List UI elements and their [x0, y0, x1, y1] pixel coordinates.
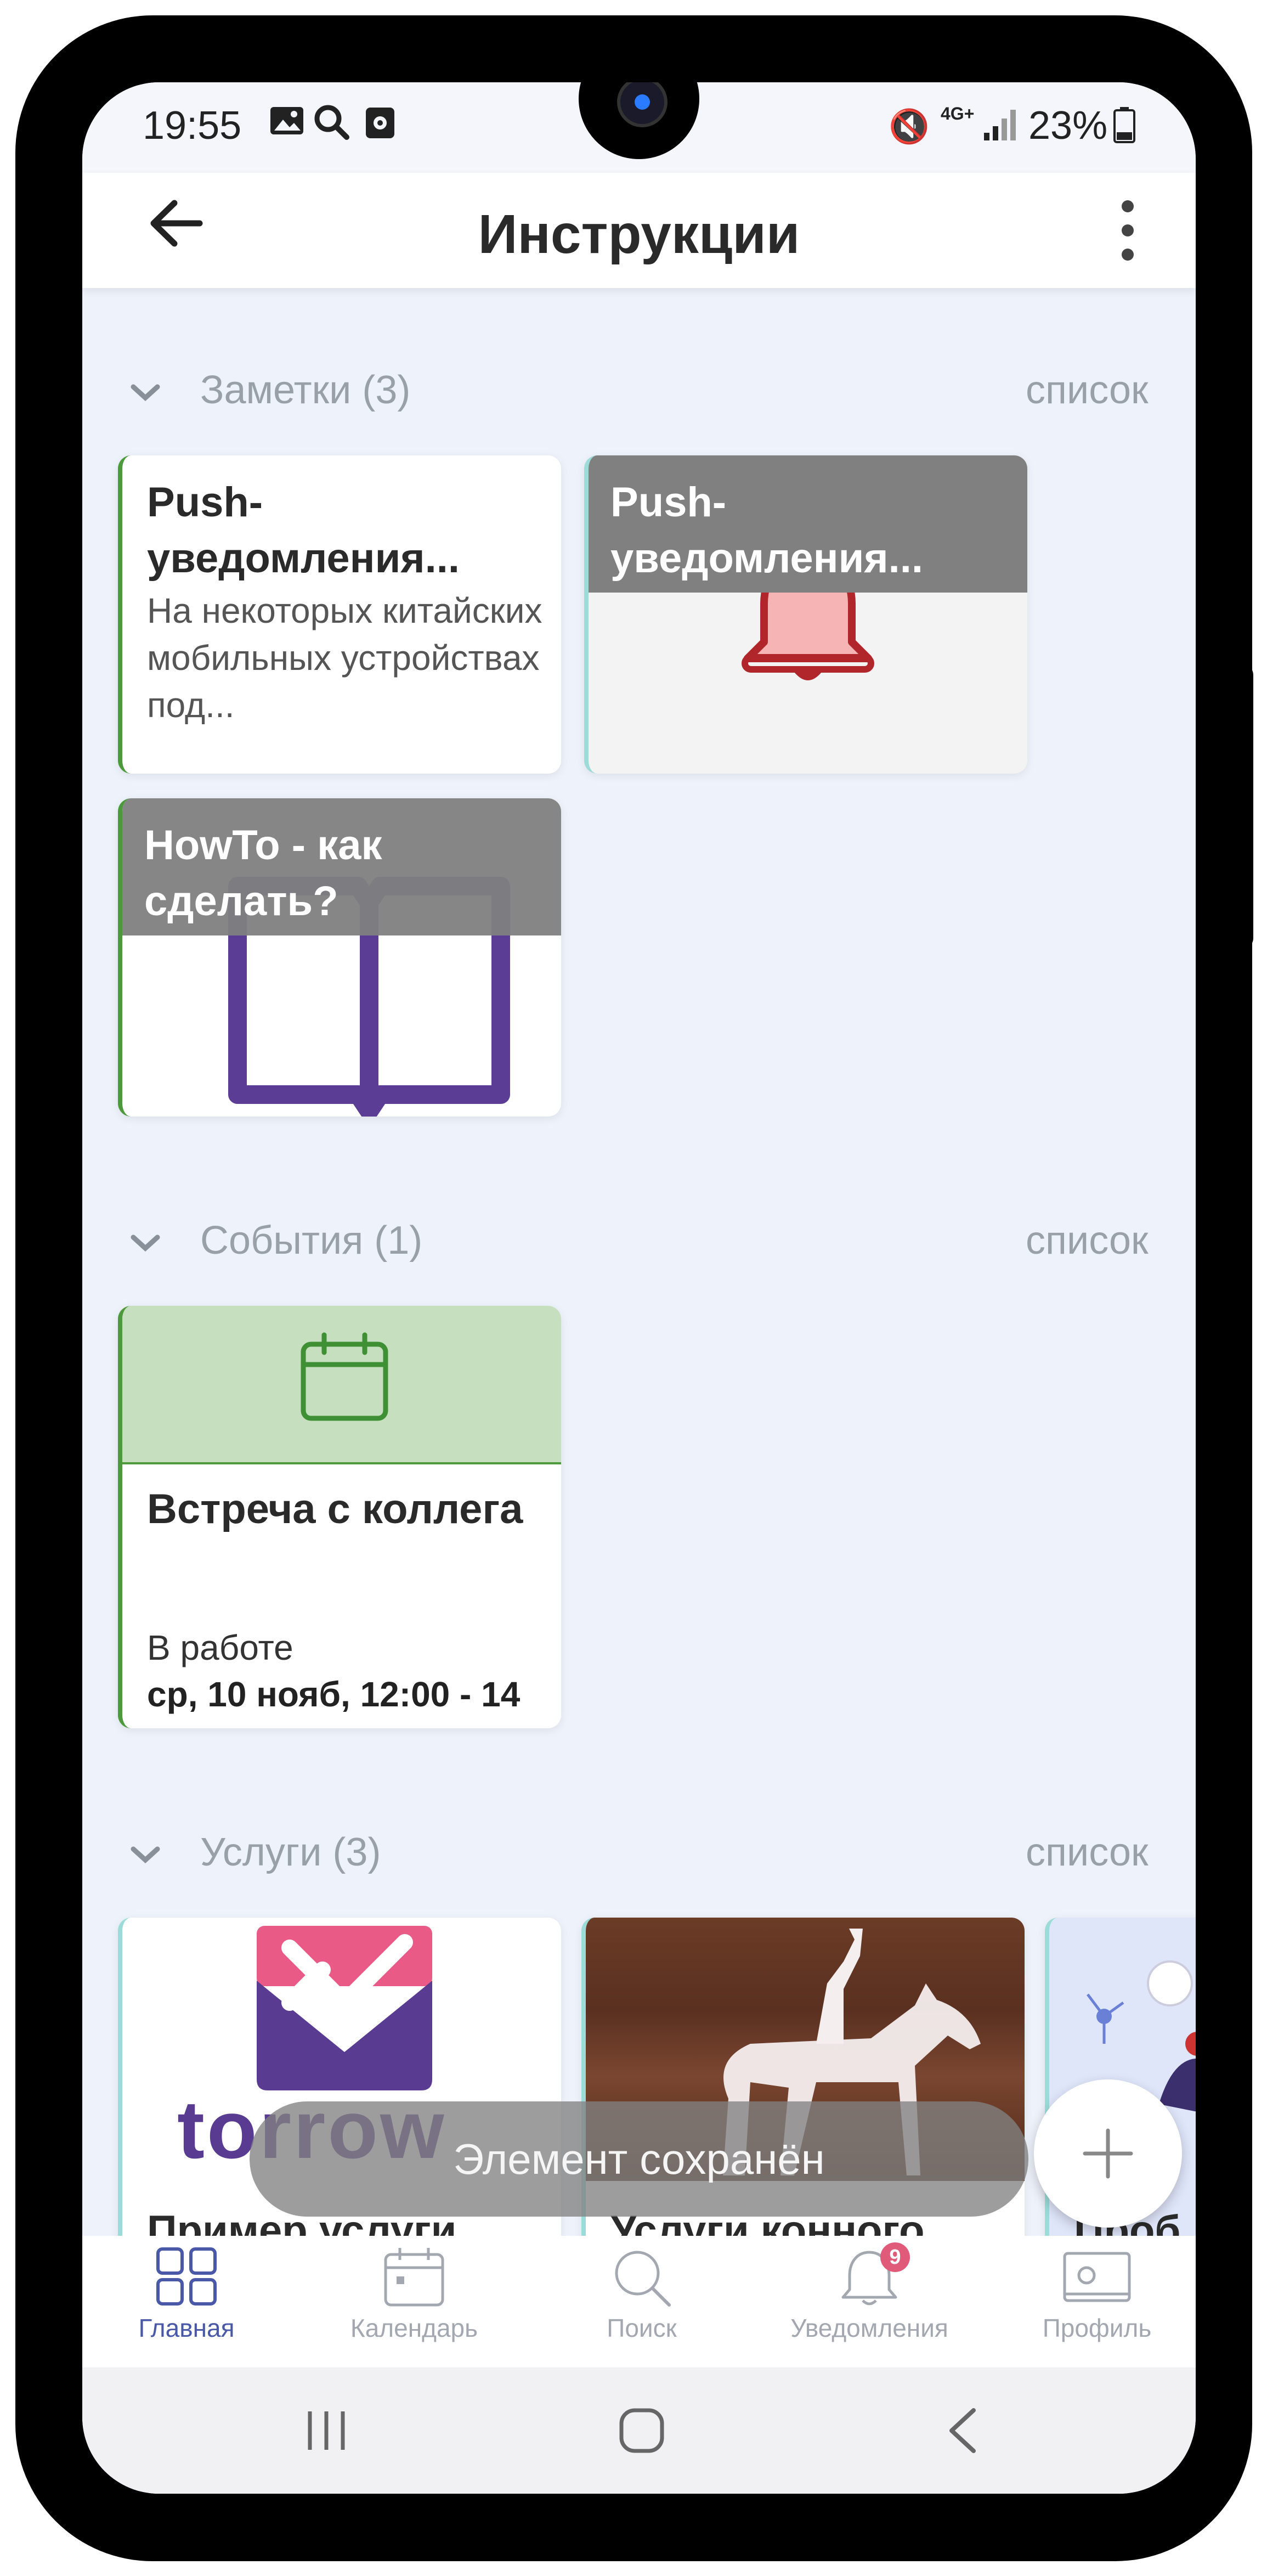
- phone-volume-button: [15, 571, 37, 768]
- nav-item-notifications[interactable]: 9 Уведомления: [787, 2242, 952, 2343]
- search-status-icon: [313, 103, 351, 144]
- nav-label-calendar: Календарь: [350, 2314, 478, 2342]
- note-card-title: HowTo - как сделать?: [144, 822, 382, 925]
- section-title-notes[interactable]: Заметки (3): [200, 368, 410, 413]
- status-time: 19:55: [143, 104, 242, 148]
- screen: 19:55 🔇 4G+ 23% Инструкции Заметки (3) с…: [82, 82, 1196, 2494]
- add-button[interactable]: [1034, 2079, 1182, 2228]
- note-card-header: HowTo - как сделать?: [122, 798, 561, 935]
- camera-lens: [617, 82, 668, 127]
- clock-status-icon: [365, 105, 395, 142]
- event-card[interactable]: Встреча с коллега В работе ср, 10 нояб, …: [118, 1306, 561, 1728]
- section-title-events[interactable]: События (1): [200, 1218, 422, 1263]
- battery-percent: 23%: [1028, 104, 1108, 148]
- system-nav-bar: [82, 2368, 1196, 2494]
- system-back-icon[interactable]: [943, 2406, 982, 2458]
- chevron-down-icon[interactable]: [129, 373, 162, 411]
- app-bar: Инструкции: [82, 173, 1196, 288]
- nav-label-home: Главная: [138, 2314, 235, 2342]
- note-card-title: Push-уведомления...: [610, 479, 923, 582]
- signal-icon: [982, 104, 1020, 145]
- grid-icon: [156, 2247, 217, 2306]
- torrow-logo: [257, 1926, 432, 2093]
- notification-badge: 9: [880, 2242, 910, 2272]
- note-card[interactable]: Push-уведомления...: [584, 455, 1027, 774]
- nav-label-search: Поиск: [607, 2314, 677, 2342]
- bottom-nav: Главная Календарь Поиск 9 Уведомления Пр…: [82, 2236, 1196, 2368]
- phone-volume-button-2: [15, 801, 37, 1010]
- gallery-icon: [269, 104, 305, 145]
- chevron-down-icon[interactable]: [129, 1224, 162, 1261]
- events-list-link[interactable]: список: [1026, 1218, 1149, 1263]
- services-list-link[interactable]: список: [1026, 1830, 1149, 1875]
- nav-item-calendar[interactable]: Календарь: [332, 2247, 496, 2343]
- search-icon: [615, 2251, 671, 2307]
- nav-label-profile: Профиль: [1042, 2314, 1152, 2342]
- profile-card-icon: [1063, 2252, 1131, 2302]
- camera-dot: [635, 94, 650, 110]
- front-camera: [579, 82, 699, 159]
- toast: Элемент сохранён: [250, 2101, 1028, 2217]
- note-card-title: Push-уведомления...: [147, 479, 460, 582]
- status-bar: 19:55 🔇 4G+ 23%: [82, 82, 1196, 173]
- home-icon[interactable]: [617, 2406, 666, 2458]
- phone-power-button: [1231, 664, 1253, 949]
- more-menu-icon[interactable]: [1122, 200, 1134, 273]
- note-card-header: Push-уведомления...: [589, 455, 1027, 593]
- event-status: В работе: [147, 1628, 293, 1667]
- nav-item-home[interactable]: Главная: [104, 2247, 269, 2343]
- calendar-icon: [298, 1331, 391, 1427]
- nav-item-profile[interactable]: Профиль: [1015, 2247, 1179, 2343]
- nav-label-notifications: Уведомления: [790, 2314, 948, 2342]
- recent-apps-icon[interactable]: [302, 2409, 351, 2455]
- nav-item-search[interactable]: Поиск: [559, 2247, 724, 2343]
- event-card-header: [122, 1306, 561, 1464]
- plus-icon: [1083, 2128, 1133, 2179]
- page-title: Инструкции: [478, 204, 800, 265]
- calendar-icon: [384, 2248, 444, 2307]
- note-card-text: На некоторых китайских мобильных устройс…: [147, 591, 542, 725]
- toast-text: Элемент сохранён: [453, 2135, 825, 2183]
- chevron-down-icon[interactable]: [129, 1835, 162, 1873]
- event-datetime: ср, 10 нояб, 12:00 - 14: [147, 1675, 521, 1714]
- mute-icon: 🔇: [889, 108, 930, 145]
- note-card[interactable]: HowTo - как сделать?: [118, 798, 561, 1117]
- network-type: 4G+: [941, 104, 975, 123]
- notes-list-link[interactable]: список: [1026, 368, 1149, 413]
- note-card[interactable]: Push-уведомления... На некоторых китайск…: [118, 455, 561, 774]
- section-title-services[interactable]: Услуги (3): [200, 1830, 381, 1875]
- event-card-title: Встреча с коллега: [147, 1486, 523, 1532]
- battery-icon: [1113, 107, 1135, 146]
